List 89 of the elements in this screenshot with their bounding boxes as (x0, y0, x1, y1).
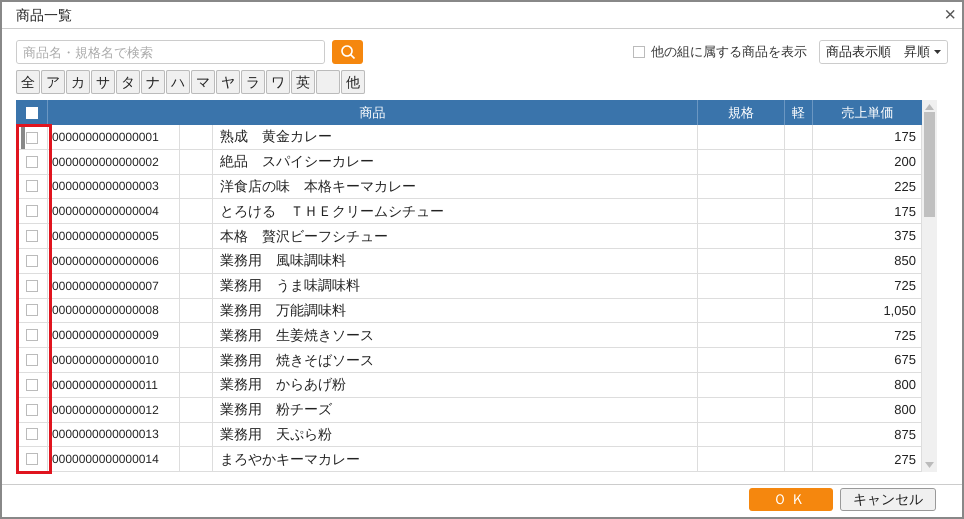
row-checkbox[interactable] (26, 304, 38, 316)
table-cell: 洋食店の味 本格キーマカレー (213, 174, 698, 198)
table-cell: 0000000000000003 (48, 174, 180, 198)
kana-filter-button[interactable] (316, 70, 340, 94)
table-row[interactable]: 0000000000000001 熟成 黄金カレー 175 (16, 125, 922, 150)
table-cell: 0000000000000006 (48, 248, 180, 273)
column-header: 軽 (785, 100, 813, 125)
table-row[interactable]: 0000000000000012 業務用 粉チーズ 800 (16, 398, 922, 423)
scroll-thumb[interactable] (924, 112, 935, 217)
row-checkbox[interactable] (26, 378, 38, 391)
table-cell: 業務用 うま味調味料 (213, 274, 698, 298)
table-cell: 0000000000000010 (48, 348, 180, 372)
table-row[interactable]: 0000000000000013 業務用 天ぷら粉 875 (16, 422, 922, 448)
table-cell: 業務用 粉チーズ (213, 398, 698, 422)
checkbox-label: 他の組に属する商品を表示 (651, 43, 807, 62)
kana-filter-button[interactable]: ワ (266, 70, 290, 94)
kana-filter-button[interactable]: カ (66, 70, 90, 94)
checkbox[interactable] (633, 46, 645, 58)
table-cell: 熟成 黄金カレー (213, 125, 698, 149)
kana-filter-button[interactable]: ヤ (216, 70, 240, 94)
table-row[interactable]: 0000000000000004 とろける ＴＨＥクリームシチュー 175 (16, 199, 922, 224)
table-row[interactable]: 0000000000000011 業務用 からあげ粉 800 (16, 372, 922, 398)
caret-icon (934, 50, 941, 54)
table-cell: 0000000000000005 (48, 224, 180, 248)
table-cell: とろける ＴＨＥクリームシチュー (213, 199, 698, 224)
row-checkbox[interactable] (26, 132, 38, 144)
table-cell: 0000000000000001 (48, 125, 180, 149)
table-cell: 業務用 生姜焼きソース (213, 323, 698, 348)
table-cell: 0000000000000007 (48, 274, 180, 298)
table-cell: 業務用 からあげ粉 (213, 372, 698, 397)
table-cell: 0000000000000013 (48, 422, 180, 446)
select-all-checkbox[interactable] (26, 106, 38, 118)
search-field[interactable]: 商品名・規格名で検索 (16, 40, 325, 64)
table-cell: 0000000000000012 (48, 398, 180, 422)
row-checkbox[interactable] (26, 404, 38, 416)
column-header: 商品 (48, 100, 698, 125)
table-row[interactable]: 0000000000000014 まろやかキーマカレー 275 (16, 447, 922, 472)
kana-filter-button[interactable]: 他 (341, 70, 365, 94)
table-cell: 0000000000000004 (48, 199, 180, 224)
table-cell: 業務用 風味調味料 (213, 248, 698, 273)
table-cell: 本格 贅沢ビーフシチュー (213, 224, 698, 248)
sort-dropdown[interactable]: 商品表示順 昇順 (819, 40, 948, 64)
column-header: 売上単価 (840, 104, 894, 122)
row-checkbox[interactable] (26, 453, 38, 466)
table-cell: 0000000000000009 (48, 323, 180, 348)
row-checkbox[interactable] (26, 428, 38, 440)
kana-filter-button[interactable]: マ (191, 70, 215, 94)
kana-filter-button[interactable]: ラ (241, 70, 265, 94)
table-row[interactable]: 0000000000000002 絶品 スパイシーカレー 200 (16, 150, 922, 175)
table-cell: 業務用 焼きそばソース (213, 348, 698, 372)
window-title: 商品一覧 (16, 6, 72, 24)
scroll-down-icon[interactable] (925, 462, 934, 468)
table-cell: 0000000000000011 (48, 372, 180, 397)
table-cell: 絶品 スパイシーカレー (213, 150, 698, 174)
table-row[interactable]: 0000000000000005 本格 贅沢ビーフシチュー 375 (16, 224, 922, 249)
kana-filter-button[interactable]: ハ (166, 70, 190, 94)
table-row[interactable]: 0000000000000006 業務用 風味調味料 850 (16, 248, 922, 274)
table-cell: 0000000000000014 (48, 447, 180, 472)
table-row[interactable]: 0000000000000009 業務用 生姜焼きソース 725 (16, 323, 922, 348)
row-checkbox[interactable] (26, 280, 38, 292)
cancel-button[interactable]: キャンセル (840, 488, 936, 511)
kana-filter-button[interactable]: サ (91, 70, 115, 94)
search-icon (340, 44, 356, 60)
table-row[interactable]: 0000000000000003 洋食店の味 本格キーマカレー 225 (16, 174, 922, 200)
table-cell: 業務用 万能調味料 (213, 298, 698, 322)
column-header: 規格 (698, 100, 785, 125)
kana-filter-button[interactable]: 全 (16, 70, 40, 94)
kana-filter-button[interactable]: タ (116, 70, 140, 94)
table-row[interactable]: 0000000000000010 業務用 焼きそばソース 675 (16, 348, 922, 373)
row-checkbox[interactable] (26, 180, 38, 192)
table-cell: まろやかキーマカレー (213, 447, 698, 472)
row-checkbox[interactable] (26, 205, 38, 218)
row-checkbox[interactable] (26, 354, 38, 366)
row-checkbox[interactable] (26, 156, 38, 168)
table-row[interactable]: 0000000000000007 業務用 うま味調味料 725 (16, 274, 922, 299)
row-checkbox[interactable] (26, 254, 38, 267)
scroll-up-icon[interactable] (925, 104, 934, 110)
table-cell: 業務用 天ぷら粉 (213, 422, 698, 446)
close-button[interactable]: × (944, 5, 956, 25)
table-row[interactable]: 0000000000000008 業務用 万能調味料 1,050 (16, 298, 922, 324)
search-button[interactable] (332, 40, 363, 64)
kana-filter-button[interactable]: ア (41, 70, 65, 94)
row-checkbox[interactable] (26, 230, 38, 242)
table-cell: 0000000000000002 (48, 150, 180, 174)
scrollbar[interactable] (922, 100, 937, 472)
kana-filter-button[interactable]: 英 (291, 70, 315, 94)
table-cell: 0000000000000008 (48, 298, 180, 322)
row-checkbox[interactable] (26, 329, 38, 342)
kana-filter-button[interactable]: ナ (141, 70, 165, 94)
